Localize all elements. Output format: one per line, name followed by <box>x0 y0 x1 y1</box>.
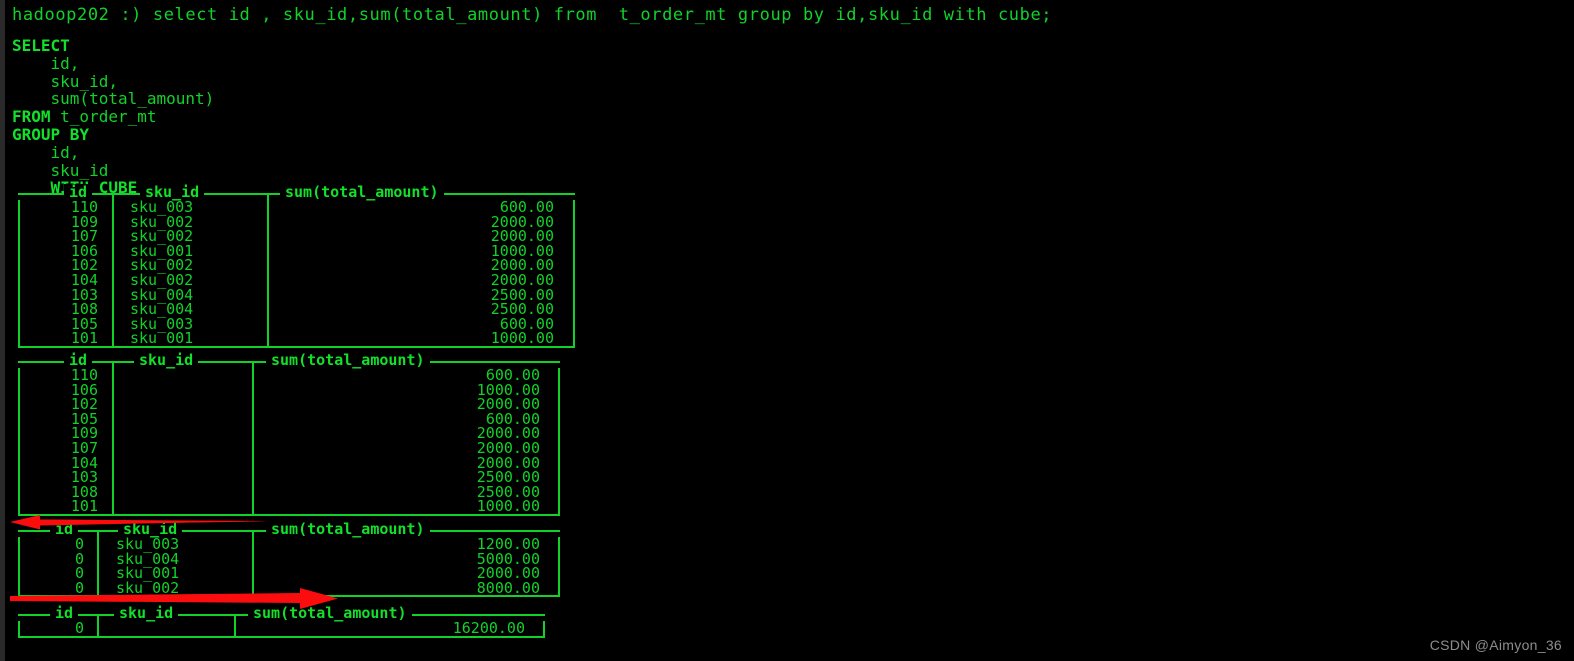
cell-sum-total-amount: 600.00 <box>485 366 540 384</box>
table-body: 0 sku_003 1200.00 0 sku_004 5000.00 0 sku_001 20… <box>18 530 560 598</box>
cell-sum-total-amount: 2000.00 <box>490 270 554 289</box>
sql-echo-line: GROUP BY <box>12 126 214 144</box>
table-row: 102 2000.00 <box>20 397 558 412</box>
cell-sum-total-amount: 2000.00 <box>476 424 540 443</box>
table-row: 0 sku_002 8000.00 <box>20 578 558 597</box>
sql-text: id, <box>12 53 80 73</box>
result-table-1: id sku_id sum(total_amount) 110 sku_003 600.0… <box>18 184 575 348</box>
sql-echo-line: sku_id <box>12 160 214 180</box>
column-header: sum(total_amount) <box>280 184 444 200</box>
table-header: id sku_id sum(total_amount) <box>18 184 575 200</box>
column-header: id <box>50 605 79 621</box>
table-row: 0 16200.00 <box>20 621 543 636</box>
column-header: sku_id <box>114 605 179 621</box>
cell-sum-total-amount: 2000.00 <box>476 438 540 457</box>
table-body: 0 16200.00 <box>18 614 545 638</box>
cell-sum-total-amount: 8000.00 <box>476 578 540 597</box>
cell-sum-total-amount: 2500.00 <box>476 482 540 501</box>
sql-echo-line: FROM t_order_mt <box>12 108 214 126</box>
cell-sum-total-amount: 2000.00 <box>490 227 554 246</box>
cell-sum-total-amount: 1000.00 <box>476 380 540 399</box>
cell-sum-total-amount: 2500.00 <box>490 300 554 319</box>
cell-sum-total-amount: 2000.00 <box>476 395 540 414</box>
column-header: sum(total_amount) <box>266 352 430 368</box>
table-row: 101 sku_001 1000.00 <box>20 331 573 346</box>
result-table-2: id sku_id sum(total_amount) 110 600.00 106 100… <box>18 352 560 516</box>
sql-keyword: SELECT <box>12 36 70 55</box>
watermark-text: CSDN @Aimyon_36 <box>1429 637 1562 653</box>
sql-echo-line: id, <box>12 142 214 162</box>
sql-keyword: FROM <box>12 107 51 127</box>
table-row: 108 sku_004 2500.00 <box>20 302 573 317</box>
table-row: 101 1000.00 <box>20 499 558 514</box>
cell-sum-total-amount: 1000.00 <box>490 329 554 348</box>
table-body: 110 600.00 106 1000.00 102 2000.00 105 600.00 10… <box>18 361 560 516</box>
column-header: sum(total_amount) <box>266 521 430 537</box>
terminal-screen[interactable]: hadoop202 :) select id , sku_id,sum(tota… <box>0 0 1574 661</box>
cell-sum-total-amount: 1000.00 <box>490 241 554 260</box>
cell-sum-total-amount: 600.00 <box>499 314 554 333</box>
cell-sum-total-amount: 2500.00 <box>490 285 554 304</box>
column-header: id <box>50 521 79 537</box>
sql-keyword: GROUP BY <box>12 124 90 144</box>
sql-text: sku_id, <box>12 71 118 91</box>
cell-sum-total-amount: 1000.00 <box>476 497 540 516</box>
sql-text: sum(total_amount) <box>12 89 215 109</box>
table-header: id sku_id sum(total_amount) <box>18 352 560 368</box>
cell-sum-total-amount: 16200.00 <box>452 619 525 637</box>
column-header: sum(total_amount) <box>248 605 412 621</box>
sql-text: sku_id <box>12 160 109 180</box>
sql-echo-line: sku_id, <box>12 71 214 91</box>
prompt-command-line: hadoop202 :) select id , sku_id,sum(tota… <box>12 5 1053 25</box>
cell-sum-total-amount: 2500.00 <box>476 468 540 487</box>
sql-echo-line: SELECT <box>12 37 214 55</box>
result-table-3: id sku_id sum(total_amount) 0 sku_003 1200.00… <box>18 521 560 598</box>
cell-sum-total-amount: 1200.00 <box>476 535 540 553</box>
cell-sum-total-amount: 600.00 <box>485 409 540 428</box>
sql-text: t_order_mt <box>50 107 157 127</box>
cell-sum-total-amount: 600.00 <box>499 198 554 216</box>
cell-sum-total-amount: 2000.00 <box>490 256 554 275</box>
sql-echo-line: id, <box>12 53 214 73</box>
cell-sum-total-amount: 2000.00 <box>490 212 554 231</box>
sql-echo-line: sum(total_amount) <box>12 89 215 109</box>
cell-sum-total-amount: 5000.00 <box>476 549 540 568</box>
sql-text: id, <box>12 142 80 162</box>
column-header: sku_id <box>134 352 199 368</box>
table-body: 110 sku_003 600.00 109 sku_002 2000.00 107 sku_… <box>18 193 575 348</box>
result-table-4: id sku_id sum(total_amount) 0 16200.00 <box>18 605 545 638</box>
cell-sum-total-amount: 2000.00 <box>476 564 540 583</box>
sql-echo-block: SELECT id, sku_id, sum(total_amount) FROM… <box>12 37 214 197</box>
cell-sum-total-amount: 2000.00 <box>476 453 540 472</box>
